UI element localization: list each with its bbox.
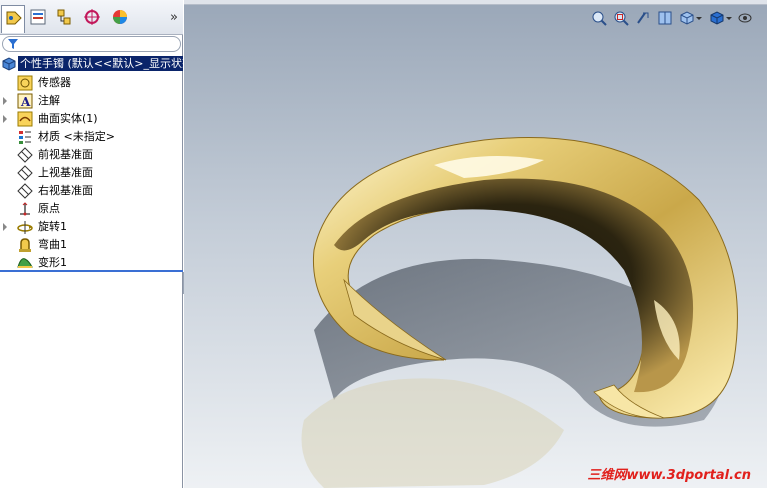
feature-manager-panel: » 个性手镯 (默认<<默认>_显示状态 传感器 A 注解 曲面实体(1) 材质… bbox=[0, 0, 183, 488]
bracelet-model-render bbox=[301, 137, 738, 488]
expand-arrow-icon[interactable] bbox=[3, 115, 7, 123]
origin-icon bbox=[20, 202, 30, 216]
more-tabs-chevron[interactable]: » bbox=[170, 10, 178, 25]
tree-item-label: 上视基准面 bbox=[38, 166, 93, 179]
tree-item-label: 右视基准面 bbox=[38, 184, 93, 197]
tab-dimxpert-manager[interactable] bbox=[80, 5, 104, 29]
tree-item-label: 曲面实体(1) bbox=[38, 112, 98, 125]
dimxpert-icon bbox=[84, 9, 100, 25]
model-reflection bbox=[301, 378, 564, 488]
filter-icon bbox=[8, 39, 18, 49]
watermark-text: 三维网www.3dportal.cn bbox=[587, 468, 751, 483]
tree-item-label: 材质 <未指定> bbox=[38, 130, 115, 143]
graphics-viewport[interactable]: 三维网www.3dportal.cn bbox=[184, 0, 767, 488]
tree-filter-field[interactable] bbox=[2, 36, 181, 52]
plane-icon bbox=[17, 147, 33, 163]
tree-item-label: 旋转1 bbox=[38, 220, 67, 233]
tree-root-part[interactable]: 个性手镯 (默认<<默认>_显示状态 bbox=[0, 55, 183, 72]
flex-icon bbox=[19, 238, 31, 252]
property-manager-icon bbox=[30, 9, 46, 25]
plane-icon bbox=[17, 183, 33, 199]
expand-arrow-icon[interactable] bbox=[3, 97, 7, 105]
tree-item-label: 前视基准面 bbox=[38, 148, 93, 161]
tab-property-manager[interactable] bbox=[26, 5, 50, 29]
expand-arrow-icon[interactable] bbox=[3, 223, 7, 231]
annotation-icon: A bbox=[17, 93, 33, 109]
tree-item-label: 弯曲1 bbox=[38, 238, 67, 251]
tree-item-label: 传感器 bbox=[38, 76, 71, 89]
manager-tab-bar: » bbox=[0, 0, 183, 35]
configuration-manager-icon bbox=[57, 9, 71, 25]
deform-icon bbox=[17, 258, 33, 268]
panel-splitter[interactable] bbox=[0, 270, 183, 272]
feature-manager-icon bbox=[6, 11, 22, 25]
tree-item-label: 注解 bbox=[38, 94, 60, 107]
surface-body-icon bbox=[17, 111, 33, 127]
tree-item-label: 原点 bbox=[38, 202, 60, 215]
part-icon bbox=[2, 57, 16, 71]
tab-feature-manager[interactable] bbox=[1, 5, 25, 33]
display-manager-icon bbox=[113, 10, 127, 24]
tab-configuration-manager[interactable] bbox=[52, 5, 76, 29]
svg-text:A: A bbox=[20, 95, 31, 109]
tab-display-manager[interactable] bbox=[108, 5, 132, 29]
revolve-icon bbox=[17, 221, 33, 234]
sensor-icon bbox=[17, 75, 33, 91]
material-icon bbox=[19, 131, 31, 144]
plane-icon bbox=[17, 165, 33, 181]
tree-root-label: 个性手镯 (默认<<默认>_显示状态 bbox=[18, 56, 183, 71]
